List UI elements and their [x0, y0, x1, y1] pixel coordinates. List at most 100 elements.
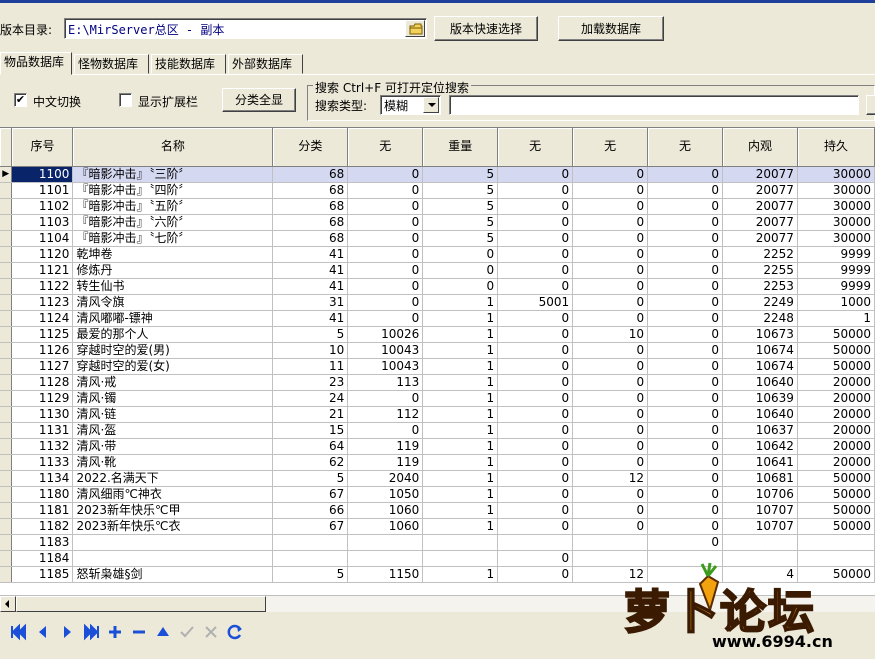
table-cell[interactable]: 0	[347, 262, 424, 279]
table-cell[interactable]: 0	[647, 214, 723, 231]
table-cell[interactable]: 62	[272, 454, 349, 471]
table-cell[interactable]: 1120	[11, 246, 74, 263]
table-cell[interactable]: 68	[272, 198, 349, 215]
row-indicator[interactable]	[0, 390, 13, 407]
row-indicator[interactable]	[0, 246, 13, 263]
table-cell[interactable]: 10706	[722, 486, 798, 503]
table-cell[interactable]: 30000	[797, 182, 875, 199]
chevron-down-icon[interactable]	[423, 97, 439, 113]
table-cell[interactable]: 0	[347, 230, 424, 247]
row-indicator[interactable]	[0, 534, 13, 551]
table-cell[interactable]: 1	[422, 566, 499, 583]
table-cell[interactable]: 9999	[797, 246, 875, 263]
table-cell[interactable]: 0	[572, 214, 649, 231]
table-cell[interactable]: 5	[272, 326, 349, 343]
table-cell[interactable]: 50000	[797, 342, 875, 359]
search-go-button[interactable]	[866, 95, 875, 115]
table-cell[interactable]: 0	[647, 422, 723, 439]
table-cell[interactable]: 1132	[11, 438, 74, 455]
table-cell[interactable]: 50000	[797, 518, 875, 535]
table-cell[interactable]: 68	[272, 166, 349, 183]
table-cell[interactable]: 0	[647, 326, 723, 343]
column-header[interactable]: 无	[572, 128, 649, 167]
table-cell[interactable]: 0	[647, 454, 723, 471]
row-indicator[interactable]	[0, 310, 13, 327]
table-cell[interactable]: 0	[497, 406, 574, 423]
table-cell[interactable]: 10	[572, 326, 649, 343]
table-cell[interactable]: 0	[347, 246, 424, 263]
table-cell[interactable]: 0	[572, 502, 649, 519]
table-row[interactable]: 1182 2023新年快乐℃衣 67 1060 1 0 0 0 10707 50000	[0, 518, 875, 535]
table-cell[interactable]: 0	[497, 390, 574, 407]
table-cell[interactable]: 0	[647, 230, 723, 247]
table-cell[interactable]: 1130	[11, 406, 74, 423]
table-cell[interactable]: 0	[497, 214, 574, 231]
table-cell[interactable]: 1184	[11, 550, 74, 567]
table-cell[interactable]: 1	[422, 470, 499, 487]
table-cell[interactable]: 修炼丹	[72, 262, 274, 279]
row-indicator[interactable]	[0, 550, 13, 567]
table-cell[interactable]	[72, 550, 274, 567]
table-cell[interactable]: 1	[797, 310, 875, 327]
table-cell[interactable]: 1134	[11, 470, 74, 487]
table-row[interactable]: 1102 『暗影冲击』〝五阶〞 68 0 5 0 0 0 20077 30000	[0, 198, 875, 215]
table-cell[interactable]: 10640	[722, 374, 798, 391]
table-cell[interactable]: 1126	[11, 342, 74, 359]
table-cell[interactable]: 10026	[347, 326, 424, 343]
table-cell[interactable]: 1129	[11, 390, 74, 407]
table-cell[interactable]: 0	[572, 342, 649, 359]
table-cell[interactable]: 0	[497, 502, 574, 519]
table-cell[interactable]: 1	[422, 358, 499, 375]
load-database-button[interactable]: 加载数据库	[558, 16, 664, 41]
table-cell[interactable]: 2023新年快乐℃甲	[72, 502, 274, 519]
browse-folder-button[interactable]	[405, 20, 425, 37]
table-cell[interactable]	[497, 534, 574, 551]
table-cell[interactable]: 0	[347, 294, 424, 311]
table-cell[interactable]: 10642	[722, 438, 798, 455]
table-cell[interactable]: 1180	[11, 486, 74, 503]
table-cell[interactable]: 0	[497, 374, 574, 391]
row-indicator[interactable]	[0, 342, 13, 359]
table-cell[interactable]: 1133	[11, 454, 74, 471]
column-header[interactable]: 无	[647, 128, 723, 167]
column-header[interactable]: 名称	[72, 128, 274, 167]
table-cell[interactable]: 20077	[722, 166, 798, 183]
table-row[interactable]: 1120 乾坤卷 41 0 0 0 0 0 2252 9999	[0, 246, 875, 263]
table-cell[interactable]: 0	[497, 262, 574, 279]
column-header[interactable]: 持久	[797, 128, 875, 167]
table-cell[interactable]: 10681	[722, 470, 798, 487]
table-cell[interactable]: 20077	[722, 182, 798, 199]
table-cell[interactable]: 0	[497, 566, 574, 583]
scroll-left-button[interactable]	[0, 596, 16, 612]
table-cell[interactable]: 0	[347, 422, 424, 439]
search-type-select[interactable]: 模糊	[380, 95, 441, 115]
table-cell[interactable]: 清风·镯	[72, 390, 274, 407]
table-cell[interactable]: 0	[497, 342, 574, 359]
table-cell[interactable]: 0	[422, 246, 499, 263]
tab-external-db[interactable]: 外部数据库	[228, 54, 303, 74]
table-cell[interactable]: 0	[647, 406, 723, 423]
row-indicator[interactable]	[0, 182, 13, 199]
table-cell[interactable]: 68	[272, 214, 349, 231]
table-cell[interactable]: 21	[272, 406, 349, 423]
table-row[interactable]: 1183 0	[0, 534, 875, 551]
table-cell[interactable]	[272, 550, 349, 567]
table-cell[interactable]: 2253	[722, 278, 798, 295]
table-cell[interactable]: 1	[422, 294, 499, 311]
table-cell[interactable]: 0	[497, 486, 574, 503]
table-cell[interactable]: 5	[272, 470, 349, 487]
table-cell[interactable]: 30000	[797, 166, 875, 183]
column-header[interactable]: 序号	[11, 128, 74, 167]
table-cell[interactable]: 0	[497, 358, 574, 375]
row-indicator[interactable]	[0, 406, 13, 423]
table-cell[interactable]: 1185	[11, 566, 74, 583]
table-cell[interactable]: 67	[272, 486, 349, 503]
table-cell[interactable]: 1102	[11, 198, 74, 215]
table-cell[interactable]: 0	[347, 182, 424, 199]
quick-select-button[interactable]: 版本快速选择	[434, 16, 538, 41]
table-cell[interactable]: 5	[422, 230, 499, 247]
table-cell[interactable]: 1	[422, 502, 499, 519]
table-cell[interactable]: 0	[647, 502, 723, 519]
row-indicator[interactable]	[0, 294, 13, 311]
table-cell[interactable]: 0	[497, 230, 574, 247]
